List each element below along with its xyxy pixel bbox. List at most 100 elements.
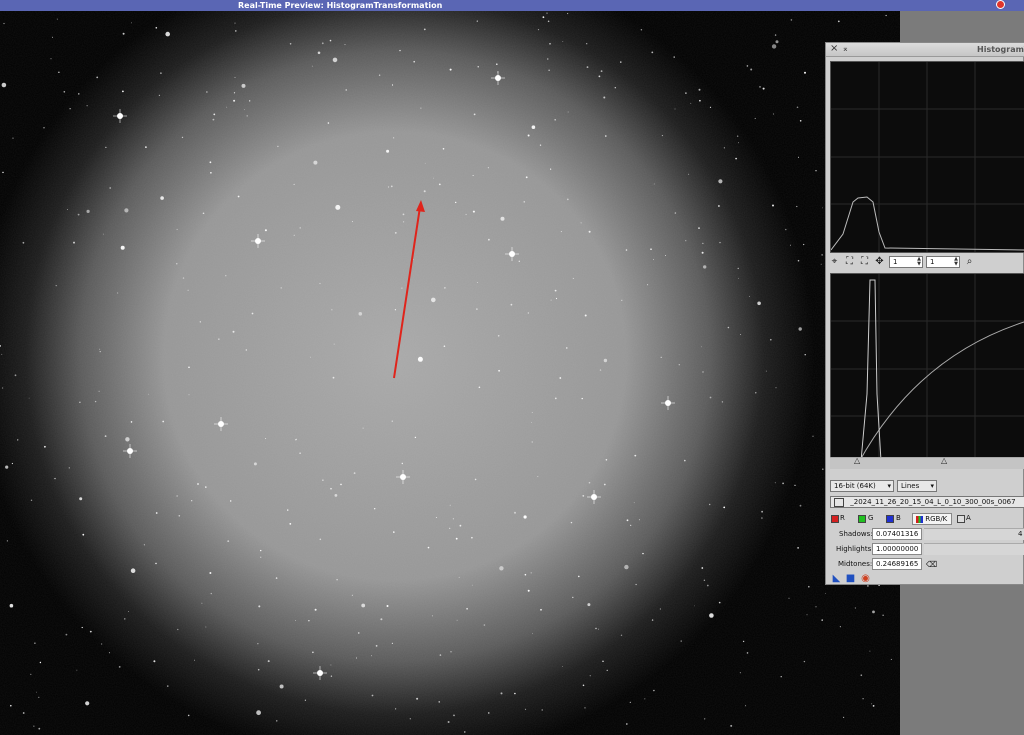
star [409, 718, 411, 720]
star [130, 421, 133, 423]
star [332, 57, 338, 63]
star [6, 540, 8, 542]
star [124, 618, 126, 620]
star [790, 19, 793, 21]
shadows-value: 0.07401316 [876, 530, 919, 538]
zoom-fit-icon[interactable]: ⛶ [844, 256, 855, 267]
star [279, 684, 284, 689]
star [635, 583, 637, 586]
star [120, 245, 125, 250]
star [289, 43, 292, 45]
star [353, 472, 356, 474]
star [202, 212, 205, 215]
vertical-zoom-spinner[interactable]: 1 ▲ ▼ [926, 256, 960, 268]
star [439, 654, 442, 656]
bit-depth-value: 16-bit (64K) [834, 482, 876, 490]
input-histogram-plot[interactable] [830, 61, 1024, 253]
star [417, 356, 423, 362]
real-time-preview-icon[interactable]: ◉ [860, 573, 871, 584]
blue-channel-icon[interactable] [886, 515, 894, 523]
star [209, 572, 212, 574]
star [757, 301, 761, 306]
star [43, 127, 45, 129]
close-icon[interactable]: × [830, 43, 838, 54]
star [1, 353, 3, 355]
alpha-channel-icon[interactable] [957, 515, 965, 523]
star [438, 701, 440, 703]
star [393, 137, 395, 139]
star [537, 29, 540, 31]
star [638, 519, 640, 521]
star [488, 712, 490, 714]
star [34, 642, 36, 644]
star [780, 676, 782, 678]
star [69, 108, 71, 110]
star [131, 22, 133, 24]
star [427, 546, 430, 549]
star [562, 41, 564, 42]
star [476, 308, 478, 310]
midtones-handle[interactable]: △ [941, 456, 947, 465]
star [33, 725, 35, 727]
midtones-slider[interactable]: △ △ [830, 456, 1024, 469]
shadows-slider[interactable]: 4 [924, 528, 1024, 540]
star [276, 720, 278, 722]
green-channel-icon[interactable] [858, 515, 866, 523]
star [334, 494, 338, 497]
star [391, 642, 393, 645]
star [703, 579, 706, 581]
star [570, 521, 573, 524]
star [603, 483, 606, 486]
preview-image[interactable] [0, 11, 900, 735]
output-histogram-plot[interactable] [830, 273, 1024, 465]
star [790, 244, 791, 246]
midtones-value: 0.24689165 [876, 560, 919, 568]
star [718, 601, 721, 604]
chevron-down-icon: ▾ [887, 482, 891, 490]
view-selector[interactable]: _2024_11_26_20_15_04_L_0_10_300_00s_0067 [830, 496, 1024, 508]
star [548, 69, 550, 71]
star [86, 105, 88, 107]
star [287, 509, 289, 511]
horizontal-zoom-spinner[interactable]: 1 ▲ ▼ [889, 256, 923, 268]
rgbk-channel-button[interactable]: RGB/K [912, 513, 952, 525]
midtones-input[interactable]: 0.24689165 [872, 558, 922, 570]
shadows-handle[interactable]: △ [854, 456, 860, 465]
new-instance-icon[interactable]: ◣ [831, 573, 842, 584]
shadows-slider-text: 4 [1018, 530, 1023, 538]
pan-icon[interactable]: ✥ [874, 256, 885, 267]
star [176, 495, 178, 497]
crosshair-icon[interactable]: ⌖ [829, 256, 840, 267]
star [30, 499, 33, 501]
shade-icon[interactable]: ⌅ [842, 44, 849, 53]
red-channel-icon[interactable] [831, 515, 839, 523]
shadows-input[interactable]: 0.07401316 [872, 528, 922, 540]
star [314, 608, 317, 611]
star [586, 43, 588, 45]
reset-midtones-icon[interactable]: ⌫ [926, 559, 937, 570]
star [803, 243, 805, 246]
graph-style-select[interactable]: Lines ▾ [897, 480, 937, 492]
bit-depth-select[interactable]: 16-bit (64K) ▾ [830, 480, 894, 492]
histogram-transformation-window[interactable]: × ⌅ HistogramTr ⌖ ⛶ ⛶ ✥ 1 ▲▼ 1 ▲▼ ⌕ [825, 42, 1024, 585]
star [702, 242, 704, 244]
star [523, 515, 527, 519]
star [36, 691, 37, 693]
zoom-icon[interactable]: ⌕ [964, 256, 975, 267]
window-title-bar[interactable]: × ⌅ HistogramTr [826, 43, 1024, 57]
highlights-input[interactable]: 1.00000000 [872, 543, 922, 555]
star [232, 330, 235, 333]
star [295, 620, 296, 621]
star [89, 630, 92, 633]
close-preview-icon[interactable] [996, 0, 1005, 9]
highlights-slider[interactable] [924, 543, 1024, 555]
apply-global-icon[interactable]: ■ [845, 573, 856, 584]
star [765, 370, 767, 372]
zoom-fit-both-icon[interactable]: ⛶ [859, 256, 870, 267]
star [331, 309, 333, 311]
star [104, 435, 107, 437]
star [709, 396, 712, 399]
star [293, 183, 295, 185]
star [50, 58, 52, 60]
star [723, 506, 726, 509]
